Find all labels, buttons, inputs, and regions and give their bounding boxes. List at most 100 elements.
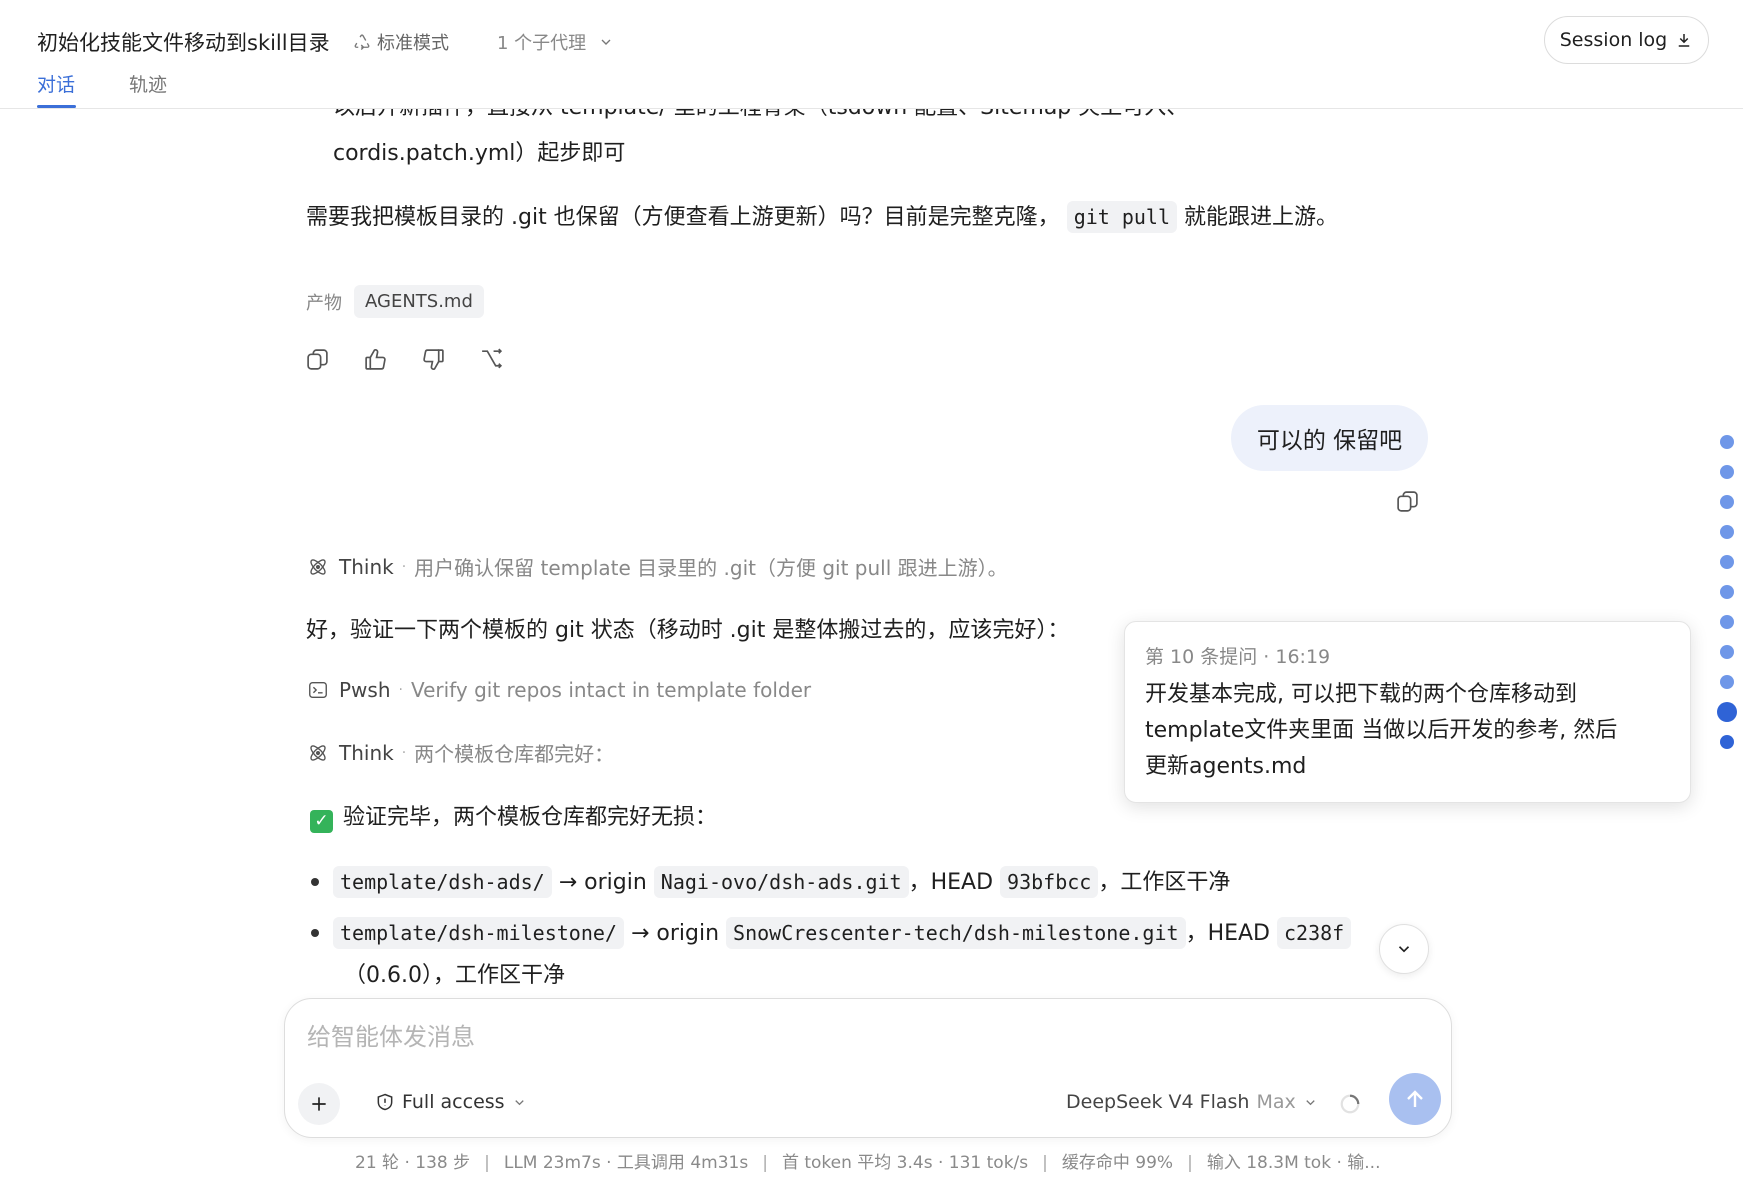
thumbs-up-icon[interactable] <box>363 347 388 372</box>
tab-chat[interactable]: 对话 <box>37 70 75 97</box>
plus-icon <box>312 1097 326 1111</box>
separator: | <box>484 1153 490 1173</box>
think-label: Think <box>339 740 394 765</box>
origin-text: → origin <box>630 921 720 946</box>
repo-code: SnowCrescenter-tech/dsh-milestone.git <box>726 917 1186 949</box>
chevron-down-icon <box>514 1099 524 1105</box>
head-label: ，HEAD <box>1185 921 1270 946</box>
question-nav-dot[interactable] <box>1720 495 1734 509</box>
question-nav-dot[interactable] <box>1720 555 1734 569</box>
question-nav-dot[interactable] <box>1720 645 1734 659</box>
hash-code: c238f <box>1277 917 1352 949</box>
separator: | <box>1187 1153 1193 1173</box>
stat-llm: LLM 23m7s · 工具调用 4m31s <box>503 1153 749 1173</box>
hash-code: 93bfbcc <box>1000 866 1099 898</box>
chevron-down-icon <box>1306 1099 1315 1105</box>
arrow-up-icon <box>1407 1090 1423 1107</box>
separator: | <box>1042 1153 1048 1173</box>
model-tier: Max <box>1256 1091 1296 1113</box>
list-item: template/dsh-milestone/ → origin SnowCre… <box>333 915 1352 949</box>
tooltip-line: 开发基本完成, 可以把下载的两个仓库移动到 <box>1145 682 1577 707</box>
question-nav-dot[interactable] <box>1720 675 1734 689</box>
repo-code: Nagi-ovo/dsh-ads.git <box>653 866 909 898</box>
active-tab-indicator <box>37 105 76 108</box>
path-code: template/dsh-ads/ <box>333 866 552 898</box>
assistant-text-partial-2: cordis.patch.yml）起步即可 <box>333 141 626 166</box>
chevron-down-icon <box>601 39 611 45</box>
checkmark-icon: ✓ <box>310 810 333 833</box>
access-level-dropdown[interactable]: Full access <box>375 1091 527 1113</box>
tool-call-step[interactable]: Pwsh · Verify git repos intact in templa… <box>307 678 811 702</box>
stat-first-token: 首 token 平均 3.4s · 131 tok/s <box>781 1153 1029 1173</box>
send-button[interactable] <box>1389 1073 1441 1125</box>
top-bar: 初始化技能文件移动到skill目录 标准模式 1 个子代理 Session lo… <box>0 0 1743 109</box>
page-title: 初始化技能文件移动到skill目录 <box>37 31 330 55</box>
session-log-button[interactable]: Session log <box>1544 16 1709 64</box>
question-nav-dot[interactable] <box>1720 735 1734 749</box>
subagent-dropdown[interactable]: 1 个子代理 <box>497 29 614 55</box>
model-name: DeepSeek V4 Flash <box>1066 1091 1250 1113</box>
question-text-pre: 需要我把模板目录的 .git 也保留（方便查看上游更新）吗？目前是完整克隆， <box>306 205 1060 230</box>
list-item: template/dsh-ads/ → origin Nagi-ovo/dsh-… <box>333 864 1230 898</box>
loading-spinner-icon <box>1340 1094 1360 1114</box>
session-log-label: Session log <box>1559 29 1668 51</box>
user-message-text: 可以的 保留吧 <box>1256 428 1403 454</box>
bullet-dot <box>311 878 319 886</box>
tooltip-body: 开发基本完成, 可以把下载的两个仓库移动到 template文件夹里面 当做以后… <box>1145 677 1670 785</box>
tooltip-header: 第 10 条提问 · 16:19 <box>1145 646 1331 668</box>
terminal-icon <box>309 681 327 699</box>
message-composer: Full access DeepSeek V4 Flash Max <box>284 998 1452 1138</box>
tab-trace[interactable]: 轨迹 <box>129 70 167 97</box>
separator-dot: · <box>398 682 403 698</box>
origin-text: → origin <box>558 870 647 895</box>
thumbs-down-icon[interactable] <box>421 347 446 372</box>
copy-icon[interactable] <box>1395 489 1420 514</box>
copy-icon[interactable] <box>305 347 330 372</box>
atom-icon <box>310 744 326 761</box>
session-stats-bar: 21 轮 · 138 步 | LLM 23m7s · 工具调用 4m31s | 首 to… <box>355 1148 1380 1173</box>
artifacts-label: 产物 <box>306 292 342 314</box>
branch-icon[interactable] <box>479 347 504 372</box>
verified-line: ✓ 验证完毕，两个模板仓库都完好无损： <box>310 799 717 833</box>
access-label: Full access <box>402 1091 505 1113</box>
think-step[interactable]: Think · 两个模板仓库都完好： <box>307 738 614 767</box>
chevron-down-icon <box>1398 946 1410 953</box>
verified-text: 验证完毕，两个模板仓库都完好无损： <box>343 805 718 830</box>
stat-input: 输入 18.3M tok · 输... <box>1206 1153 1381 1173</box>
question-preview-tooltip: 第 10 条提问 · 16:19 开发基本完成, 可以把下载的两个仓库移动到 t… <box>1124 621 1691 803</box>
think-summary: 两个模板仓库都完好： <box>414 742 615 766</box>
atom-icon <box>310 558 326 575</box>
question-text-post: 就能跟进上游。 <box>1184 205 1339 230</box>
stat-cache: 缓存命中 99% <box>1061 1153 1174 1173</box>
separator-dot: · <box>401 558 407 575</box>
question-nav-dot[interactable] <box>1720 585 1734 599</box>
separator: | <box>762 1153 768 1173</box>
question-nav-dot-active[interactable] <box>1717 702 1737 722</box>
mode-indicator[interactable]: 标准模式 <box>353 29 449 55</box>
artifact-chip[interactable]: AGENTS.md <box>354 285 484 318</box>
question-nav-dot[interactable] <box>1720 615 1734 629</box>
head-label: ，HEAD <box>908 870 994 895</box>
assistant-question: 需要我把模板目录的 .git 也保留（方便查看上游更新）吗？目前是完整克隆， g… <box>306 199 1339 233</box>
think-step[interactable]: Think · 用户确认保留 template 目录里的 .git（方便 git… <box>307 552 1008 581</box>
download-icon <box>1679 34 1690 47</box>
artifacts-row: 产物 AGENTS.md <box>306 285 484 318</box>
model-selector[interactable]: DeepSeek V4 Flash Max <box>1066 1091 1318 1113</box>
think-label: Think <box>339 554 394 579</box>
message-input[interactable] <box>307 1019 1407 1055</box>
stat-turns: 21 轮 · 138 步 <box>355 1153 471 1173</box>
subagent-label: 1 个子代理 <box>497 33 587 54</box>
scroll-to-bottom-button[interactable] <box>1379 924 1429 974</box>
shield-icon <box>377 1093 393 1111</box>
think-summary: 用户确认保留 template 目录里的 .git（方便 git pull 跟进… <box>414 556 1008 580</box>
question-nav-dot[interactable] <box>1720 465 1734 479</box>
tool-label: Pwsh <box>339 678 391 702</box>
message-actions <box>305 347 504 372</box>
bullet-dot <box>311 929 319 937</box>
attach-button[interactable] <box>298 1083 340 1125</box>
question-nav-dot[interactable] <box>1720 525 1734 539</box>
question-nav-dot[interactable] <box>1720 435 1734 449</box>
user-message-bubble: 可以的 保留吧 <box>1231 405 1428 471</box>
tooltip-line: template文件夹里面 当做以后开发的参考, 然后 <box>1145 718 1618 743</box>
chat-scroll-area[interactable]: 以后开新插件，直接从 template/ 里的工程骨架（tsdown 配置、Si… <box>0 109 1743 999</box>
